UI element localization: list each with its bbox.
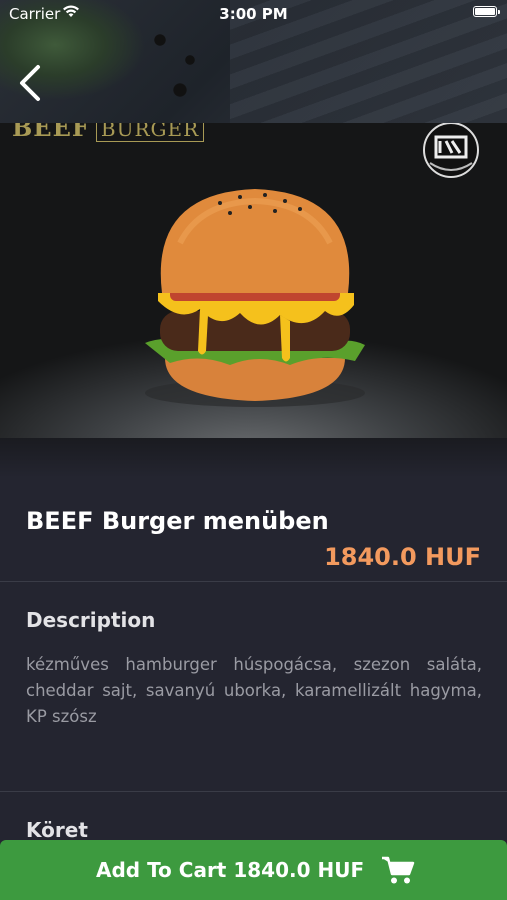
add-to-cart-button[interactable]: Add To Cart 1840.0 HUF (0, 840, 507, 900)
status-time: 3:00 PM (219, 5, 288, 23)
image-fade (0, 438, 507, 478)
brand-boxed-word: BURGER (95, 123, 205, 142)
description-title: Description (26, 608, 156, 632)
product-price: 1840.0 HUF (324, 543, 481, 571)
product-name: BEEF Burger menüben (26, 507, 329, 535)
burger-illustration (145, 189, 365, 407)
battery-icon (473, 6, 500, 17)
add-to-cart-label: Add To Cart 1840.0 HUF (96, 858, 365, 882)
divider (0, 581, 507, 582)
description-text: kézműves hamburger húspogácsa, szezon sa… (26, 655, 482, 726)
divider (0, 791, 507, 792)
product-brand-text: BEEF BURGER (12, 123, 205, 142)
back-chevron-icon[interactable] (14, 63, 50, 103)
header-peppercorns (150, 20, 210, 110)
side-title: Köret (26, 818, 88, 842)
product-image: BEEF BURGER (0, 123, 507, 438)
brand-word: BEEF (12, 123, 90, 142)
cart-icon (382, 856, 415, 884)
status-bar: Carrier 3:00 PM (0, 0, 507, 28)
brand-logo (423, 123, 479, 178)
